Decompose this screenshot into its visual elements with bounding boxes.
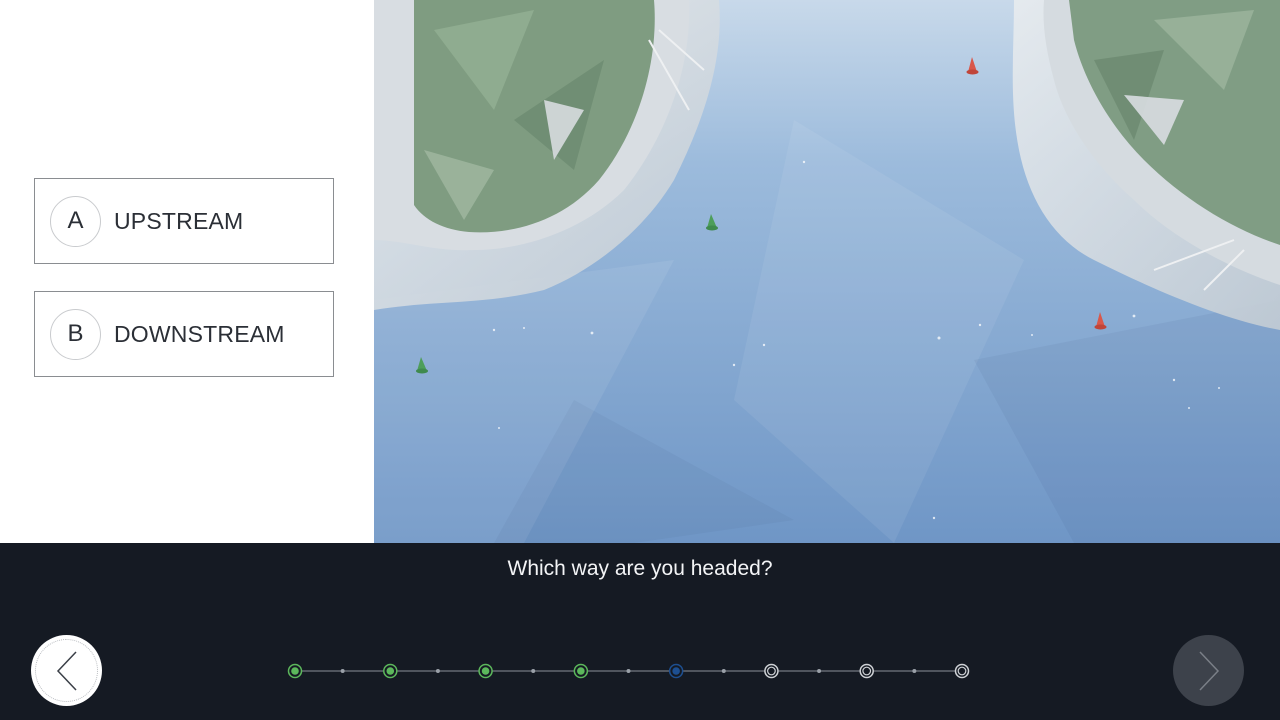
answer-panel: A UPSTREAM B DOWNSTREAM xyxy=(0,0,374,543)
progress-step-completed-inner xyxy=(291,667,299,675)
progress-tracker xyxy=(287,663,970,679)
progress-minor-dot xyxy=(340,669,345,673)
back-button[interactable] xyxy=(31,635,102,706)
answer-option-upstream[interactable]: A UPSTREAM xyxy=(34,178,334,264)
answer-option-downstream[interactable]: B DOWNSTREAM xyxy=(34,291,334,377)
progress-step-current-inner xyxy=(672,667,680,675)
answer-letter-a: A xyxy=(50,195,101,247)
answer-label-downstream: DOWNSTREAM xyxy=(114,320,285,347)
answer-label-upstream: UPSTREAM xyxy=(114,207,244,234)
progress-step-upcoming xyxy=(954,663,970,679)
progress-step-completed-inner xyxy=(577,667,585,675)
bottom-bar: Which way are you headed? xyxy=(0,543,1280,720)
progress-minor-dot xyxy=(817,669,822,673)
river-map xyxy=(374,0,1280,543)
answer-letter-b: B xyxy=(50,308,101,360)
progress-step-completed-inner xyxy=(386,667,395,675)
progress-minor-dot xyxy=(626,669,631,673)
progress-minor-dot xyxy=(912,669,917,673)
progress-step-upcoming xyxy=(764,663,779,679)
progress-minor-dot xyxy=(435,669,440,673)
next-button[interactable] xyxy=(1173,635,1244,706)
progress-step-upcoming xyxy=(859,663,874,679)
progress-minor-dot xyxy=(721,669,726,673)
chevron-right-icon xyxy=(1198,650,1219,691)
progress-step-completed-inner xyxy=(481,667,490,675)
question-text: Which way are you headed? xyxy=(507,557,773,580)
progress-minor-dot xyxy=(531,669,536,673)
chevron-left-icon xyxy=(56,650,77,691)
